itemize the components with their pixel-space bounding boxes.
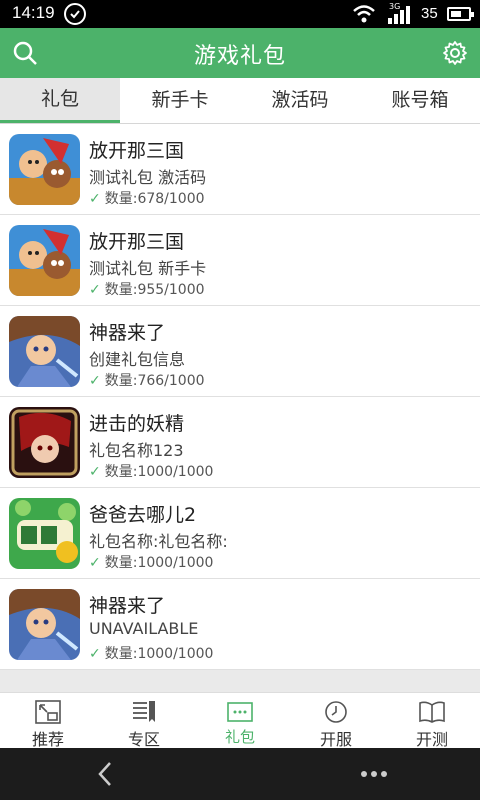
check-icon: ✓ bbox=[89, 282, 101, 298]
nav-gift[interactable]: 礼包 bbox=[192, 693, 288, 748]
game-name: 神器来了 bbox=[89, 595, 166, 617]
tab-newbie-card[interactable]: 新手卡 bbox=[120, 78, 240, 123]
shenqi-laile-icon bbox=[9, 316, 80, 387]
nav-label: 开服 bbox=[319, 730, 352, 749]
back-icon[interactable] bbox=[96, 761, 114, 787]
app-header: 游戏礼包 bbox=[0, 28, 480, 78]
battery-level: 35 bbox=[421, 5, 438, 22]
list-item[interactable]: 放开那三国 测试礼包 激活码 ✓ 数量:678/1000 bbox=[0, 124, 480, 215]
check-icon: ✓ bbox=[89, 373, 101, 389]
status-bar: 14:19 3G 35 bbox=[0, 0, 480, 28]
gift-icon bbox=[227, 702, 253, 722]
tab-account-box[interactable]: 账号箱 bbox=[360, 78, 480, 123]
nav-beta-test[interactable]: 开测 bbox=[384, 693, 480, 749]
gift-quantity: ✓ 数量:766/1000 bbox=[89, 370, 205, 390]
tab-gift[interactable]: 礼包 bbox=[0, 78, 120, 123]
clock-icon bbox=[325, 701, 347, 723]
gift-quantity: ✓ 数量:955/1000 bbox=[89, 279, 205, 299]
nav-zone[interactable]: 专区 bbox=[96, 693, 192, 749]
gift-description: 测试礼包 激活码 bbox=[89, 168, 207, 187]
game-name: 神器来了 bbox=[89, 322, 166, 344]
gift-description: 测试礼包 新手卡 bbox=[89, 259, 207, 278]
quantity-text: 数量:1000/1000 bbox=[104, 555, 214, 571]
nav-server-open[interactable]: 开服 bbox=[288, 693, 384, 749]
signal-icon bbox=[388, 6, 410, 24]
check-circle-icon bbox=[64, 3, 86, 25]
more-icon[interactable] bbox=[360, 770, 388, 778]
system-nav-bar bbox=[0, 748, 480, 800]
check-icon: ✓ bbox=[89, 464, 101, 480]
quantity-text: 数量:1000/1000 bbox=[104, 646, 214, 662]
fangkai-sanguo-icon bbox=[9, 134, 80, 205]
gift-description: 礼包名称:礼包名称: bbox=[89, 532, 228, 551]
quantity-text: 数量:678/1000 bbox=[104, 191, 205, 207]
book-icon bbox=[419, 701, 445, 723]
bottom-nav: 推荐 专区 礼包 开服 开测 bbox=[0, 692, 480, 749]
fangkai-sanguo-icon bbox=[9, 225, 80, 296]
list-footer-spacer bbox=[0, 670, 480, 692]
gear-icon[interactable] bbox=[442, 40, 468, 66]
tab-bar: 礼包 新手卡 激活码 账号箱 bbox=[0, 78, 480, 124]
tab-activation-code[interactable]: 激活码 bbox=[240, 78, 360, 123]
check-icon: ✓ bbox=[89, 646, 101, 662]
quantity-text: 数量:1000/1000 bbox=[104, 464, 214, 480]
nav-label: 推荐 bbox=[31, 730, 64, 749]
quantity-text: 数量:955/1000 bbox=[104, 282, 205, 298]
list-item[interactable]: 神器来了 UNAVAILABLE ✓ 数量:1000/1000 bbox=[0, 579, 480, 670]
quantity-text: 数量:766/1000 bbox=[104, 373, 205, 389]
wifi-icon bbox=[353, 5, 375, 23]
gift-description: 礼包名称123 bbox=[89, 441, 184, 460]
gift-description: 创建礼包信息 bbox=[89, 350, 186, 369]
baba-quna-icon bbox=[9, 498, 80, 569]
gift-quantity: ✓ 数量:1000/1000 bbox=[89, 552, 213, 572]
status-time: 14:19 bbox=[12, 3, 55, 22]
gift-quantity: ✓ 数量:678/1000 bbox=[89, 188, 205, 208]
game-name: 放开那三国 bbox=[89, 231, 185, 253]
nav-recommend[interactable]: 推荐 bbox=[0, 693, 96, 749]
list-item[interactable]: 神器来了 创建礼包信息 ✓ 数量:766/1000 bbox=[0, 306, 480, 397]
list-item[interactable]: 放开那三国 测试礼包 新手卡 ✓ 数量:955/1000 bbox=[0, 215, 480, 306]
game-name: 进击的妖精 bbox=[89, 413, 185, 435]
page-title: 游戏礼包 bbox=[193, 44, 286, 69]
list-item[interactable]: 进击的妖精 礼包名称123 ✓ 数量:1000/1000 bbox=[0, 397, 480, 488]
gift-description: UNAVAILABLE bbox=[89, 619, 199, 638]
list-item[interactable]: 爸爸去哪儿2 礼包名称:礼包名称: ✓ 数量:1000/1000 bbox=[0, 488, 480, 579]
nav-label: 专区 bbox=[127, 730, 160, 749]
game-name: 爸爸去哪儿2 bbox=[89, 504, 197, 526]
shenqi-laile-icon bbox=[9, 589, 80, 660]
jinji-yaojing-icon bbox=[9, 407, 80, 478]
gift-quantity: ✓ 数量:1000/1000 bbox=[89, 461, 213, 481]
recommend-icon bbox=[35, 700, 61, 724]
game-name: 放开那三国 bbox=[89, 140, 185, 162]
gift-quantity: ✓ 数量:1000/1000 bbox=[89, 643, 213, 663]
gift-list: 放开那三国 测试礼包 激活码 ✓ 数量:678/1000 放开那三国 测试礼包 新… bbox=[0, 124, 480, 670]
nav-label: 礼包 bbox=[224, 728, 255, 746]
zone-icon bbox=[133, 701, 155, 722]
battery-icon bbox=[447, 7, 474, 21]
nav-label: 开测 bbox=[415, 730, 448, 749]
check-icon: ✓ bbox=[89, 191, 101, 207]
check-icon: ✓ bbox=[89, 555, 101, 571]
